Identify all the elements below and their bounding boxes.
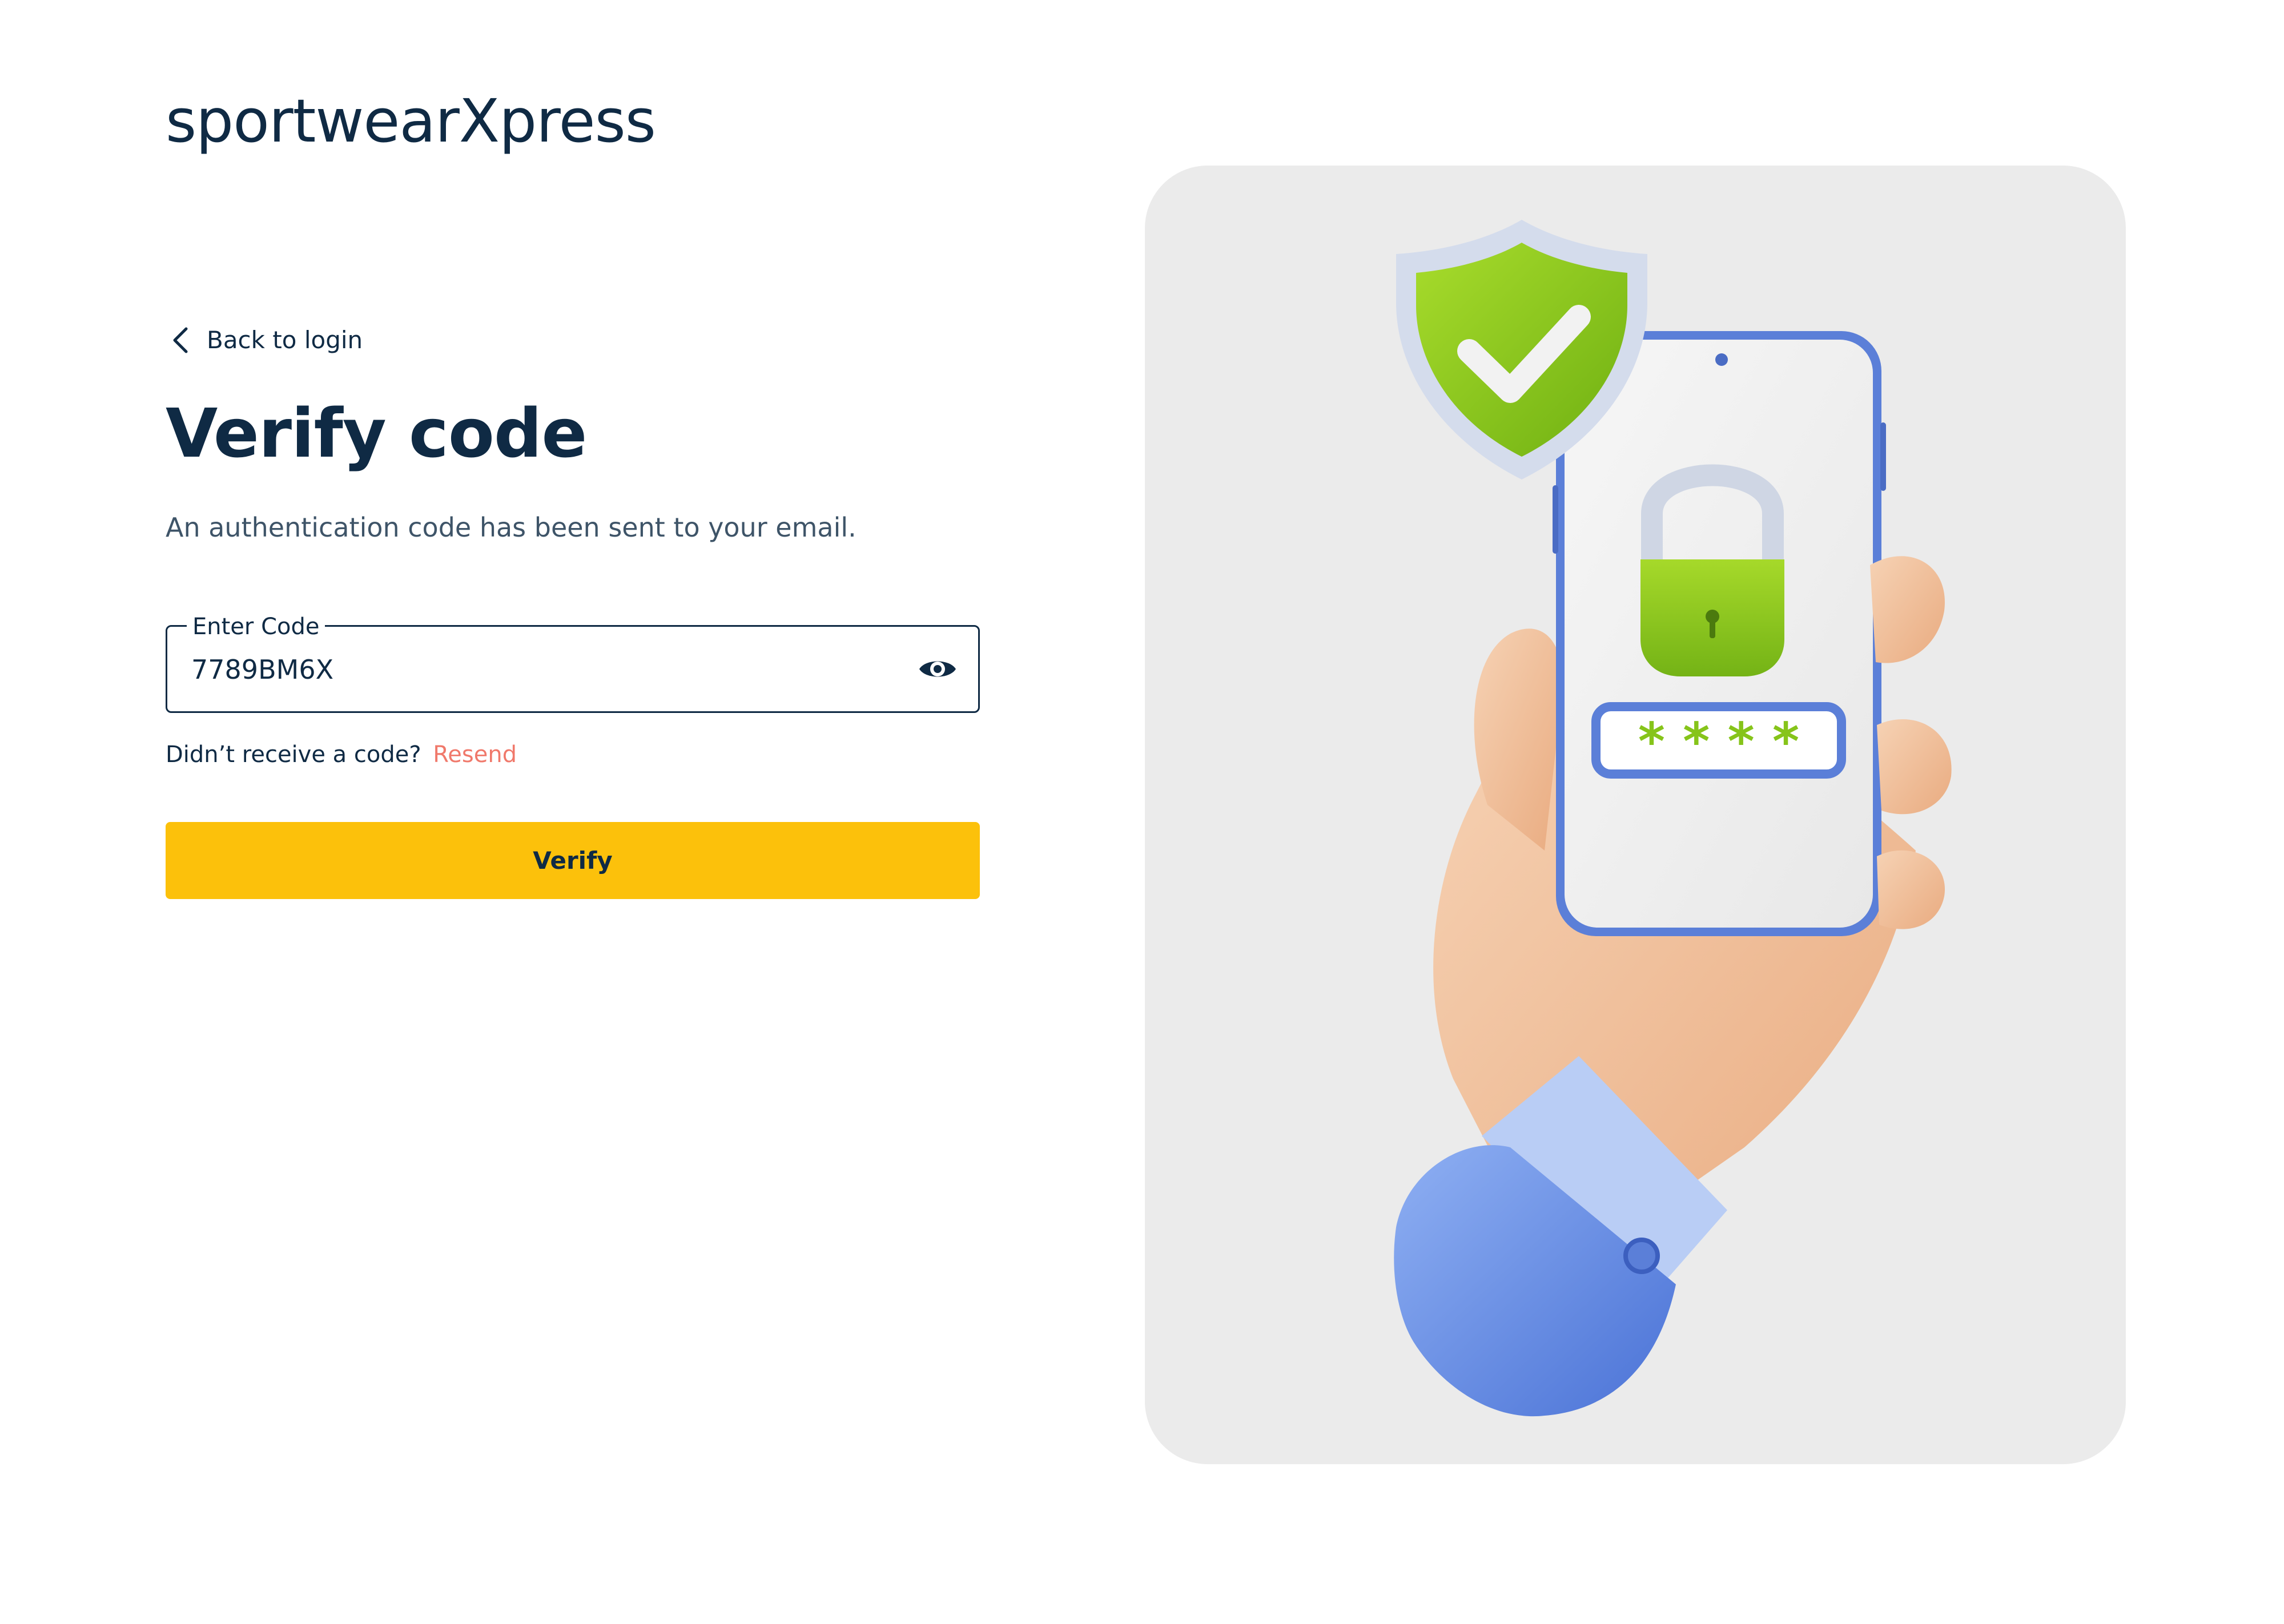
eye-icon[interactable] bbox=[918, 655, 958, 683]
chevron-left-icon bbox=[173, 327, 188, 353]
hand-finger bbox=[1877, 719, 1952, 815]
resend-row: Didn’t receive a code? Resend bbox=[166, 741, 517, 768]
back-to-login-link[interactable]: Back to login bbox=[169, 325, 363, 355]
resend-link[interactable]: Resend bbox=[433, 742, 517, 768]
hand-finger bbox=[1877, 850, 1945, 929]
code-field: Enter Code bbox=[166, 611, 980, 713]
brand-logo: sportwearXpress bbox=[166, 86, 656, 156]
hero-illustration: * * * * bbox=[1145, 166, 2126, 1464]
cuff-button bbox=[1623, 1238, 1660, 1274]
code-input[interactable] bbox=[191, 651, 876, 688]
page-title: Verify code bbox=[166, 394, 587, 473]
code-field-label: Enter Code bbox=[187, 611, 325, 643]
phone-side-button bbox=[1880, 422, 1886, 491]
hand-phone-illustration: * * * * bbox=[1394, 220, 1952, 1417]
page-subtitle: An authentication code has been sent to … bbox=[166, 512, 856, 543]
resend-prompt: Didn’t receive a code? bbox=[166, 742, 421, 768]
back-to-login-label: Back to login bbox=[207, 326, 363, 354]
verify-button[interactable]: Verify bbox=[166, 822, 980, 899]
phone-side-button bbox=[1553, 485, 1558, 554]
hand-finger bbox=[1870, 556, 1945, 663]
password-mask: * * * * bbox=[1638, 712, 1799, 772]
phone-camera bbox=[1715, 353, 1728, 366]
